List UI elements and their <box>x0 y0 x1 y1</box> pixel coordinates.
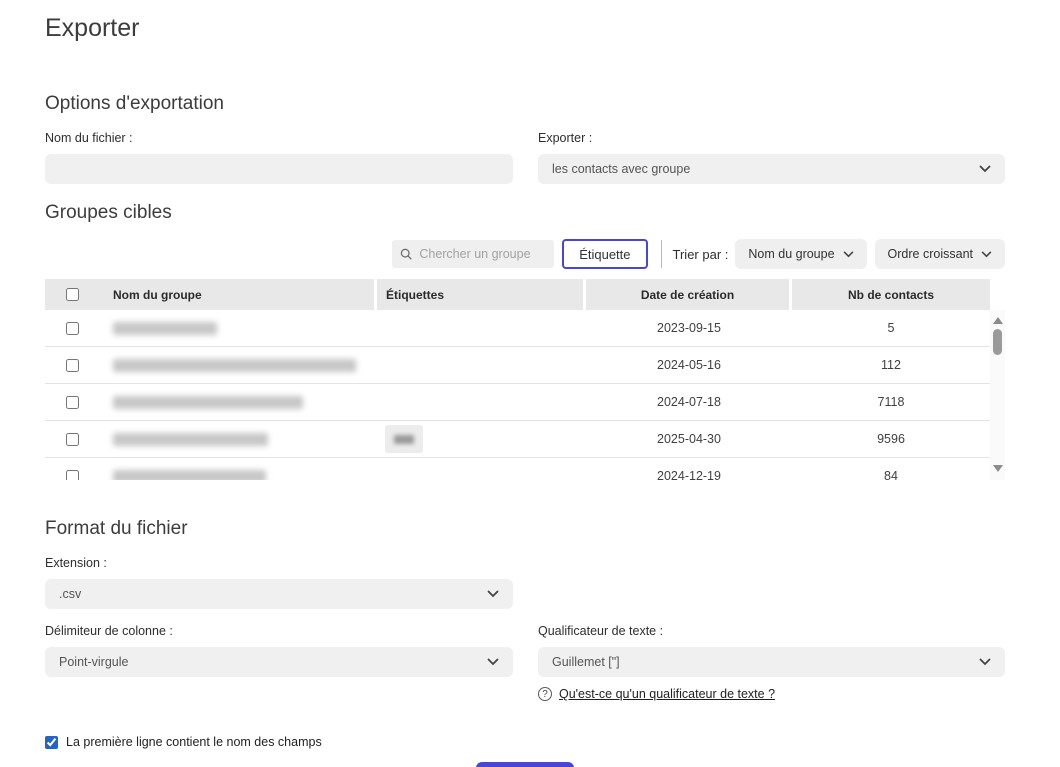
row-checkbox[interactable] <box>66 396 79 409</box>
export-target-label: Exporter : <box>538 131 1005 145</box>
sort-order-select[interactable]: Ordre croissant <box>875 239 1005 269</box>
tag-chip <box>385 425 423 453</box>
sort-order-value: Ordre croissant <box>888 247 973 261</box>
select-all-checkbox[interactable] <box>66 288 79 301</box>
row-contacts: 5 <box>792 321 990 335</box>
redacted-group-name <box>113 396 303 409</box>
sort-field-value: Nom du groupe <box>748 247 834 261</box>
table-row[interactable]: 2025-04-30 9596 <box>45 421 990 458</box>
row-created: 2024-05-16 <box>586 358 792 372</box>
redacted-group-name <box>113 470 266 481</box>
qualifier-label: Qualificateur de texte : <box>538 624 1005 638</box>
toolbar-divider <box>661 240 662 268</box>
filename-input[interactable] <box>45 154 513 184</box>
table-row[interactable]: 2024-05-16 112 <box>45 347 990 384</box>
row-created: 2025-04-30 <box>586 432 792 446</box>
row-checkbox[interactable] <box>66 470 79 481</box>
first-line-option: La première ligne contient le nom des ch… <box>45 735 1005 749</box>
group-table-body: 2023-09-15 5 2024-05-16 112 2024-07-18 7… <box>45 310 990 480</box>
chevron-down-icon <box>979 165 991 173</box>
chevron-down-icon <box>487 658 499 666</box>
filename-label: Nom du fichier : <box>45 131 513 145</box>
delimiter-label: Délimiteur de colonne : <box>45 624 513 638</box>
table-scrollbar[interactable] <box>990 310 1005 480</box>
format-heading: Format du fichier <box>45 518 1005 540</box>
redacted-group-name <box>113 322 217 335</box>
qualifier-select[interactable]: Guillemet ["] <box>538 647 1005 677</box>
group-search[interactable] <box>392 240 554 268</box>
search-icon <box>400 247 412 261</box>
chevron-down-icon <box>979 658 991 666</box>
row-created: 2024-12-19 <box>586 469 792 480</box>
header-cell-name: Nom du groupe <box>45 279 374 310</box>
sort-by-label: Trier par : <box>673 247 729 262</box>
first-line-checkbox[interactable] <box>45 736 58 749</box>
tag-filter-button[interactable]: Étiquette <box>562 239 647 269</box>
delimiter-select[interactable]: Point-virgule <box>45 647 513 677</box>
page-title: Exporter <box>45 0 1005 43</box>
group-table-header: Nom du groupe Étiquettes Date de créatio… <box>45 279 990 310</box>
redacted-tag-text <box>394 435 414 444</box>
export-page: Exporter Options d'exportation Nom du fi… <box>0 0 1060 767</box>
section-target-groups: Groupes cibles Étiquette Trier par : Nom… <box>45 202 1005 480</box>
row-created: 2023-09-15 <box>586 321 792 335</box>
row-created: 2024-07-18 <box>586 395 792 409</box>
row-contacts: 9596 <box>792 432 990 446</box>
groups-toolbar: Étiquette Trier par : Nom du groupe Ordr… <box>45 239 1005 269</box>
qualifier-value: Guillemet ["] <box>552 655 620 669</box>
groups-heading: Groupes cibles <box>45 202 1005 224</box>
extension-value: .csv <box>59 587 81 601</box>
row-checkbox[interactable] <box>66 359 79 372</box>
header-cell-contacts: Nb de contacts <box>792 279 990 310</box>
header-cell-created: Date de création <box>586 279 789 310</box>
extension-field: Extension : .csv <box>45 556 513 609</box>
redacted-group-name <box>113 433 268 446</box>
header-cell-tags: Étiquettes <box>377 279 583 310</box>
scrollbar-thumb[interactable] <box>993 329 1002 355</box>
export-button[interactable]: Exporter <box>476 762 575 767</box>
section-export-options: Options d'exportation Nom du fichier : E… <box>45 93 1005 184</box>
scrollbar-down-icon[interactable] <box>993 465 1003 472</box>
table-row[interactable]: 2024-07-18 7118 <box>45 384 990 421</box>
sort-field-select[interactable]: Nom du groupe <box>735 239 866 269</box>
delimiter-field: Délimiteur de colonne : Point-virgule <box>45 624 513 701</box>
help-icon: ? <box>538 687 552 701</box>
redacted-group-name <box>113 359 356 372</box>
table-row[interactable]: 2023-09-15 5 <box>45 310 990 347</box>
group-search-input[interactable] <box>419 247 546 261</box>
row-contacts: 84 <box>792 469 990 480</box>
row-contacts: 7118 <box>792 395 990 409</box>
section-file-format: Format du fichier Extension : .csv Délim… <box>45 518 1005 701</box>
options-heading: Options d'exportation <box>45 93 1005 115</box>
chevron-down-icon <box>843 251 854 258</box>
chevron-down-icon <box>981 251 992 258</box>
row-contacts: 112 <box>792 358 990 372</box>
scrollbar-up-icon[interactable] <box>993 317 1003 324</box>
row-checkbox[interactable] <box>66 433 79 446</box>
delimiter-value: Point-virgule <box>59 655 128 669</box>
table-row[interactable]: 2024-12-19 84 <box>45 458 990 480</box>
export-target-value: les contacts avec groupe <box>552 162 690 176</box>
extension-select[interactable]: .csv <box>45 579 513 609</box>
qualifier-help-link[interactable]: Qu'est-ce qu'un qualificateur de texte ? <box>559 687 775 701</box>
row-checkbox[interactable] <box>66 322 79 335</box>
first-line-label[interactable]: La première ligne contient le nom des ch… <box>66 735 322 749</box>
extension-label: Extension : <box>45 556 513 570</box>
chevron-down-icon <box>487 590 499 598</box>
export-target-select[interactable]: les contacts avec groupe <box>538 154 1005 184</box>
group-table: Nom du groupe Étiquettes Date de créatio… <box>45 279 1005 480</box>
qualifier-field: Qualificateur de texte : Guillemet ["] ?… <box>538 624 1005 701</box>
